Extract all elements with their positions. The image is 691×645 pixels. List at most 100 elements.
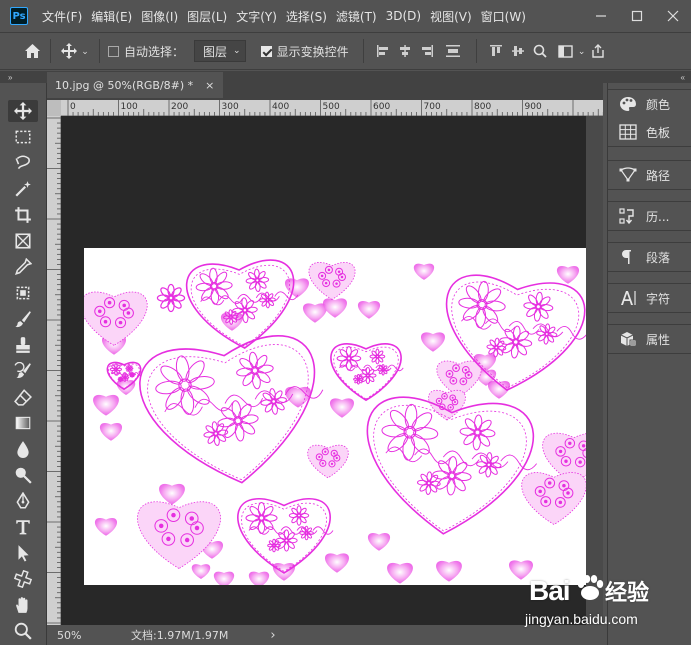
magic-wand-tool-icon[interactable] bbox=[8, 178, 38, 200]
cluster-dot bbox=[126, 311, 131, 315]
type-tool-icon[interactable] bbox=[8, 516, 38, 538]
pasteboard[interactable] bbox=[61, 116, 596, 625]
share-icon[interactable] bbox=[587, 44, 609, 58]
align-right-icon[interactable] bbox=[416, 44, 438, 58]
stamp-tool-icon[interactable] bbox=[8, 334, 38, 356]
vertical-scrollbar[interactable] bbox=[586, 116, 603, 625]
cluster-dot bbox=[547, 481, 552, 485]
panel-color[interactable]: 颜色 bbox=[608, 90, 691, 118]
toolbar-collapse-strip[interactable]: » bbox=[0, 71, 47, 83]
dodge-tool-icon[interactable] bbox=[8, 464, 38, 486]
zoom-tool-icon[interactable] bbox=[8, 620, 38, 642]
minimize-icon[interactable] bbox=[583, 0, 619, 32]
cluster-dot bbox=[578, 460, 582, 464]
move-tool-icon[interactable] bbox=[8, 100, 38, 122]
menu-edit[interactable]: 编辑(E) bbox=[91, 8, 132, 25]
swatches-icon bbox=[618, 124, 638, 140]
history-icon bbox=[618, 208, 638, 224]
status-menu-arrow[interactable]: › bbox=[270, 628, 275, 643]
brush-tool-icon[interactable] bbox=[8, 308, 38, 330]
panel-group-paths: 路径 bbox=[608, 160, 691, 190]
path-select-tool-icon[interactable] bbox=[8, 542, 38, 564]
horizontal-ruler[interactable]: 0 100 200 300 400 500 600 700 800 900 bbox=[61, 100, 603, 116]
ruler-label: 400 bbox=[272, 102, 289, 112]
align-center-icon[interactable] bbox=[394, 44, 416, 58]
ruler-label: 100 bbox=[121, 102, 138, 112]
pen-tool-icon[interactable] bbox=[8, 490, 38, 512]
menu-layer[interactable]: 图层(L) bbox=[187, 8, 227, 25]
ruler-label: 700 bbox=[424, 102, 441, 112]
show-transform-checkbox[interactable] bbox=[260, 45, 272, 57]
menu-file[interactable]: 文件(F) bbox=[42, 8, 82, 25]
glow-heart bbox=[420, 332, 446, 352]
close-icon[interactable] bbox=[655, 0, 691, 32]
zoom-level[interactable]: 50% bbox=[57, 629, 97, 642]
flower-petal bbox=[171, 298, 182, 309]
move-options-icon[interactable] bbox=[59, 43, 79, 59]
cluster-dot bbox=[564, 459, 568, 463]
cluster-dot bbox=[467, 373, 470, 377]
panel-history[interactable]: 历... bbox=[608, 202, 691, 230]
ruler-label: 900 bbox=[525, 102, 542, 112]
menu-3d[interactable]: 3D(D) bbox=[386, 9, 421, 23]
cluster-dot bbox=[107, 300, 112, 305]
chevron-down-icon[interactable]: ⌄ bbox=[577, 46, 587, 57]
tab-close-icon[interactable]: × bbox=[205, 79, 214, 92]
cluster-dot bbox=[194, 525, 200, 531]
lasso-tool-icon[interactable] bbox=[8, 152, 38, 174]
frame-tool-icon[interactable] bbox=[8, 230, 38, 252]
patch-tool-icon[interactable] bbox=[8, 282, 38, 304]
cluster-dot bbox=[320, 274, 324, 278]
chevron-down-icon[interactable]: ⌄ bbox=[79, 46, 91, 57]
marquee-tool-icon[interactable] bbox=[8, 126, 38, 148]
eyedropper-tool-icon[interactable] bbox=[8, 256, 38, 278]
menu-view[interactable]: 视图(V) bbox=[430, 8, 472, 25]
cluster-dot bbox=[97, 309, 102, 314]
home-icon[interactable] bbox=[22, 43, 42, 59]
chevron-down-icon: ⌄ bbox=[233, 46, 241, 56]
search-icon[interactable] bbox=[529, 44, 551, 58]
distribute-icon[interactable] bbox=[438, 44, 468, 58]
panel-properties[interactable]: 属性 bbox=[608, 325, 691, 353]
panel-paragraph[interactable]: 段落 bbox=[608, 243, 691, 271]
panel-swatches[interactable]: 色板 bbox=[608, 118, 691, 146]
hand-tool-icon[interactable] bbox=[8, 594, 38, 616]
panels-collapse-strip[interactable]: « bbox=[603, 71, 691, 83]
align-middle-icon[interactable] bbox=[507, 44, 529, 58]
ruler-label: 300 bbox=[222, 102, 239, 112]
history-brush-tool-icon[interactable] bbox=[8, 360, 38, 382]
document-tab[interactable]: 10.jpg @ 50%(RGB/8#) * × bbox=[47, 72, 223, 98]
menu-filter[interactable]: 滤镜(T) bbox=[336, 8, 377, 25]
ruler-origin[interactable] bbox=[47, 100, 61, 116]
panel-paths[interactable]: 路径 bbox=[608, 161, 691, 189]
gradient-tool-icon[interactable] bbox=[8, 412, 38, 434]
cluster-dot bbox=[166, 536, 171, 542]
workspace-icon[interactable] bbox=[555, 44, 577, 58]
panel-group-character: 字符 bbox=[608, 283, 691, 313]
menu-type[interactable]: 文字(Y) bbox=[236, 8, 277, 25]
align-left-icon[interactable] bbox=[372, 44, 394, 58]
menu-image[interactable]: 图像(I) bbox=[141, 8, 178, 25]
panel-history-label: 历... bbox=[646, 209, 670, 224]
eraser-tool-icon[interactable] bbox=[8, 386, 38, 408]
cluster-dot bbox=[562, 483, 566, 488]
crop-tool-icon[interactable] bbox=[8, 204, 38, 226]
ruler-label: 500 bbox=[323, 102, 340, 112]
shape-tool-icon[interactable] bbox=[8, 568, 38, 590]
auto-select-checkbox[interactable] bbox=[108, 45, 119, 57]
layer-select-dropdown[interactable]: 图层 ⌄ bbox=[194, 40, 246, 62]
glow-heart bbox=[413, 263, 435, 280]
menu-select[interactable]: 选择(S) bbox=[286, 8, 327, 25]
panel-character[interactable]: 字符 bbox=[608, 284, 691, 312]
paths-icon bbox=[618, 167, 638, 183]
menu-window[interactable]: 窗口(W) bbox=[481, 8, 526, 25]
image-canvas[interactable] bbox=[84, 248, 596, 585]
vertical-ruler[interactable] bbox=[47, 116, 61, 625]
maximize-icon[interactable] bbox=[619, 0, 655, 32]
cluster-dot bbox=[324, 450, 327, 453]
cluster-dot bbox=[340, 275, 344, 279]
cluster-dot bbox=[558, 449, 563, 454]
align-top-icon[interactable] bbox=[485, 44, 507, 58]
blur-tool-icon[interactable] bbox=[8, 438, 38, 460]
panel-paragraph-label: 段落 bbox=[646, 250, 671, 265]
